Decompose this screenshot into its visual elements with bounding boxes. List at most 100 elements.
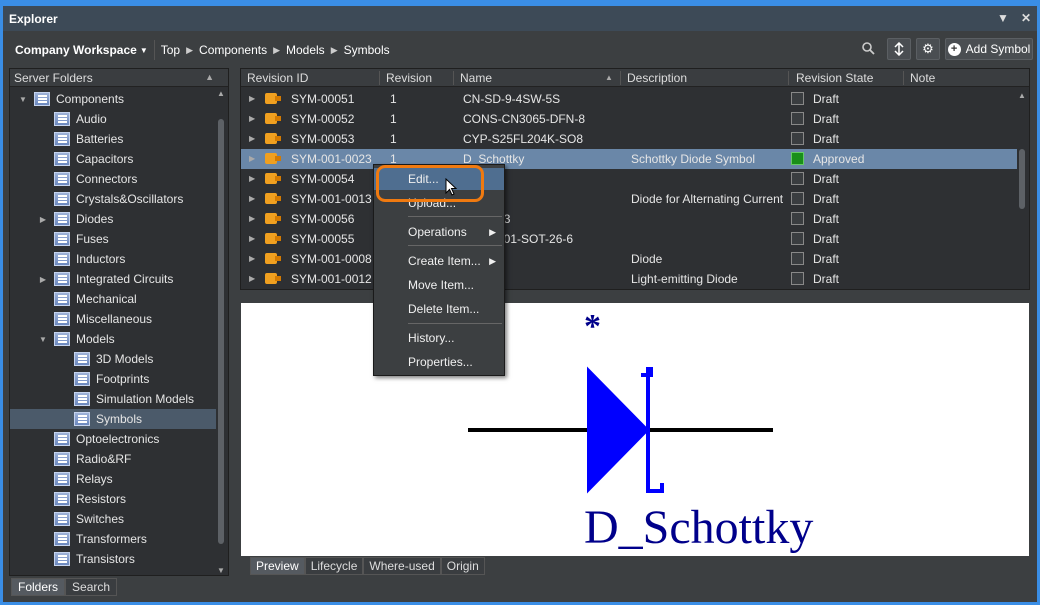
table-row[interactable]: ▶ SYM-001-0013 Diode for Alternating Curre… [241, 189, 1017, 209]
tree-item[interactable]: Relays [10, 469, 216, 489]
tree-scrollbar[interactable]: ▲ ▼ [216, 89, 226, 575]
col-name[interactable]: Name [460, 71, 492, 85]
tree-item[interactable]: Optoelectronics [10, 429, 216, 449]
table-row[interactable]: ▶ SYM-00052 1 CONS-CN3065-DFN-8 Draft [241, 109, 1017, 129]
col-note[interactable]: Note [910, 71, 935, 85]
expand-icon[interactable]: ▶ [249, 194, 255, 203]
table-row[interactable]: ▶ SYM-001-0008 Diode Draft [241, 249, 1017, 269]
menu-item-delete-item[interactable]: Delete Item... [374, 298, 504, 320]
tree-item[interactable]: Connectors [10, 169, 216, 189]
tree-item[interactable]: 3D Models [10, 349, 216, 369]
expand-icon[interactable]: ▶ [249, 234, 255, 243]
menu-item-operations[interactable]: Operations ▶ [374, 221, 504, 243]
cell-revision-id: SYM-001-0008 [291, 252, 372, 266]
expand-icon[interactable]: ▶ [249, 134, 255, 143]
tree-item[interactable]: Audio [10, 109, 216, 129]
cell-revision-state: Draft [813, 112, 840, 126]
symbol-revision-icon [265, 213, 281, 224]
expand-icon[interactable]: ▶ [249, 94, 255, 103]
tree-item[interactable]: Capacitors [10, 149, 216, 169]
add-symbol-button[interactable]: + Add Symbol [945, 38, 1033, 60]
expand-icon[interactable]: ▶ [249, 174, 255, 183]
menu-separator [408, 323, 502, 324]
scroll-down-icon[interactable]: ▼ [1018, 288, 1026, 289]
col-revision-state[interactable]: Revision State [796, 71, 873, 85]
dropdown-icon[interactable]: ▼ [997, 11, 1009, 25]
tab-origin[interactable]: Origin [440, 557, 485, 575]
tree-item[interactable]: ▶ Integrated Circuits [10, 269, 216, 289]
breadcrumb-models[interactable]: Models [286, 43, 325, 57]
tab-where-used[interactable]: Where-used [363, 557, 441, 575]
col-revision[interactable]: Revision [386, 71, 432, 85]
scrollbar-thumb[interactable] [218, 119, 224, 544]
scroll-up-icon[interactable]: ▲ [1018, 91, 1026, 100]
menu-item-create-item[interactable]: Create Item... ▶ [374, 250, 504, 272]
tab-folders[interactable]: Folders [11, 578, 66, 596]
table-row[interactable]: ▶SYM-000561K2C3-3Draft [241, 209, 1017, 229]
tree-item[interactable]: Miscellaneous [10, 309, 216, 329]
breadcrumb-symbols[interactable]: Symbols [344, 43, 390, 57]
tab-search[interactable]: Search [65, 578, 118, 596]
expand-icon[interactable]: ▶ [38, 275, 48, 284]
add-icon: + [947, 42, 961, 56]
tree-item[interactable]: Inductors [10, 249, 216, 269]
expand-icon[interactable]: ▶ [249, 254, 255, 263]
table-row[interactable]: ▶SYM-001-0012ED-2Light-emitting DiodeDra… [241, 269, 1017, 289]
workspace-selector[interactable]: Company Workspace ▼ [9, 40, 155, 60]
tree-item[interactable]: ▼ Components [10, 89, 216, 109]
scrollbar-thumb[interactable] [1019, 149, 1025, 209]
tree-item[interactable]: Resistors [10, 489, 216, 509]
settings-button[interactable]: ⚙ [916, 38, 940, 60]
sort-up-icon[interactable]: ▲ [205, 72, 214, 82]
table-row[interactable]: ▶ SYM-001-0023 1 D_Schottky Schottky Diode S… [241, 149, 1017, 169]
table-row[interactable]: ▶ SYM-00051 1 CN-SD-9-4SW-5S Draft [241, 89, 1017, 109]
menu-item-history[interactable]: History... [374, 327, 504, 349]
tree-item[interactable]: Radio&RF [10, 449, 216, 469]
grid-scrollbar[interactable]: ▲ ▼ [1017, 89, 1027, 289]
table-row[interactable]: ▶ SYM-00055 MMT5401-SOT-26-6 Draft [241, 229, 1017, 249]
expand-icon[interactable]: ▶ [38, 215, 48, 224]
table-row[interactable]: ▶ SYM-00054 Draft [241, 169, 1017, 189]
tree-item-label: Crystals&Oscillators [76, 192, 184, 206]
tree-item[interactable]: Symbols [10, 409, 216, 429]
state-indicator [791, 152, 804, 165]
tree-item[interactable]: Transistors [10, 549, 216, 569]
tree-item[interactable]: Fuses [10, 229, 216, 249]
cell-revision-state: Draft [813, 272, 840, 286]
tree-item[interactable]: Footprints [10, 369, 216, 389]
tree-item[interactable]: Crystals&Oscillators [10, 189, 216, 209]
close-icon[interactable]: ✕ [1021, 11, 1031, 25]
expand-icon[interactable]: ▶ [249, 274, 255, 283]
tree-item[interactable]: ▼ Models [10, 329, 216, 349]
expand-icon[interactable]: ▶ [249, 154, 255, 163]
tree-item[interactable]: Switches [10, 509, 216, 529]
menu-item-properties[interactable]: Properties... [374, 351, 504, 373]
tree-item[interactable]: ▶ Diodes [10, 209, 216, 229]
scroll-down-icon[interactable]: ▼ [217, 566, 225, 575]
tab-preview[interactable]: Preview [250, 557, 305, 575]
col-revision-id[interactable]: Revision ID [247, 71, 308, 85]
search-icon[interactable] [861, 41, 875, 55]
table-row[interactable]: ▶ SYM-00053 1 CYP-S25FL204K-SO8 Draft [241, 129, 1017, 149]
refresh-button[interactable] [887, 38, 911, 60]
folder-icon [54, 512, 70, 526]
tab-lifecycle[interactable]: Lifecycle [304, 557, 364, 575]
menu-item-move-item[interactable]: Move Item... [374, 274, 504, 296]
schottky-symbol: * D_Schottky [468, 308, 813, 554]
breadcrumb-components[interactable]: Components [199, 43, 267, 57]
tree-item-label: Batteries [76, 132, 124, 146]
cell-description: Schottky Diode Symbol [631, 152, 756, 166]
state-indicator [791, 92, 804, 105]
collapse-icon[interactable]: ▼ [38, 335, 48, 344]
expand-icon[interactable]: ▶ [249, 114, 255, 123]
breadcrumb-top[interactable]: Top [161, 43, 180, 57]
tree-item[interactable]: Simulation Models [10, 389, 216, 409]
tree-item[interactable]: Transformers [10, 529, 216, 549]
col-description[interactable]: Description [627, 71, 687, 85]
folder-icon [54, 332, 70, 346]
collapse-icon[interactable]: ▼ [18, 95, 28, 104]
scroll-up-icon[interactable]: ▲ [217, 89, 225, 98]
tree-item[interactable]: Mechanical [10, 289, 216, 309]
expand-icon[interactable]: ▶ [249, 214, 255, 223]
tree-item[interactable]: Batteries [10, 129, 216, 149]
